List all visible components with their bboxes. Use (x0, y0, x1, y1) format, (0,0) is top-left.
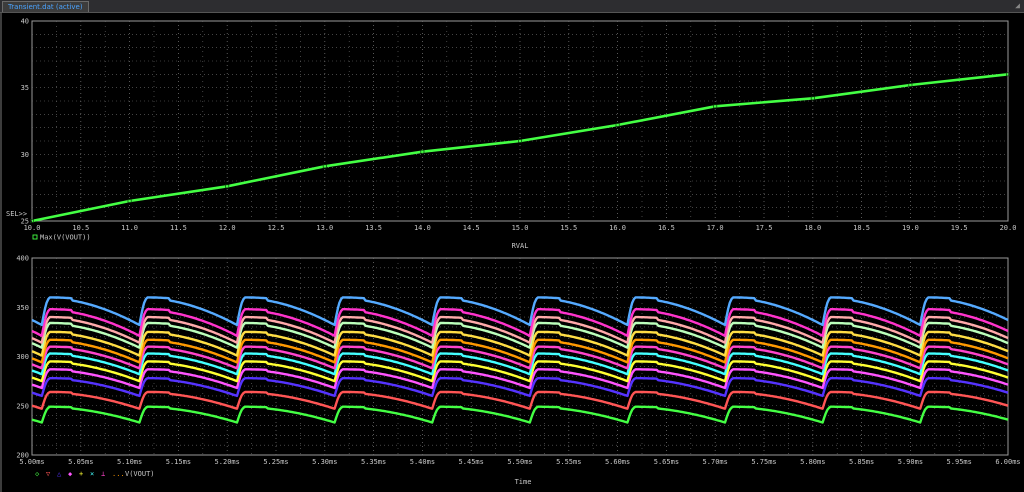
x-tick-label: 5.05ms (68, 458, 93, 466)
y-tick-label: 35 (21, 84, 29, 92)
rval-plot[interactable]: 10.0 10.5 11.0 11.5 12.0 12.5 13.0 13.5 14.0 14.5… (6, 18, 1016, 251)
x-tick-label: 19.5 (951, 224, 968, 232)
time-plot[interactable]: 5.00ms 5.05ms 5.10ms 5.15ms 5.20ms 5.25ms 5.30… (16, 255, 1020, 487)
x-tick-label: 5.60ms (605, 458, 630, 466)
x-tick-label: 13.0 (316, 224, 333, 232)
x-tick-label: 10.5 (72, 224, 89, 232)
legend-entry: Max(V(VOUT)) (40, 234, 91, 242)
x-tick-label: 5.85ms (849, 458, 874, 466)
probe-plot-window[interactable]: 10.0 10.5 11.0 11.5 12.0 12.5 13.0 13.5 14.0 14.5… (0, 0, 1024, 492)
x-tick-label: 5.25ms (263, 458, 288, 466)
y-tick-label: 300 (16, 353, 29, 361)
x-tick-label: 5.55ms (556, 458, 581, 466)
x-tick-label: 11.5 (170, 224, 187, 232)
x-tick-label: 5.70ms (703, 458, 728, 466)
x-tick-label: 16.0 (609, 224, 626, 232)
x-tick-label: 5.65ms (654, 458, 679, 466)
x-tick-label: 18.0 (804, 224, 821, 232)
legend-symbol: ◆ (68, 470, 73, 478)
x-tick-label: 18.5 (853, 224, 870, 232)
x-tick-label: 19.0 (902, 224, 919, 232)
x-tick-label: 12.0 (219, 224, 236, 232)
x-tick-label: 14.0 (414, 224, 431, 232)
x-axis-label: Time (515, 478, 532, 486)
x-tick-label: 17.0 (707, 224, 724, 232)
y-tick-label: 400 (16, 255, 29, 263)
x-tick-label: 12.5 (268, 224, 285, 232)
series-line-max-vout (31, 73, 1009, 223)
x-tick-label: 13.5 (365, 224, 382, 232)
x-tick-label: 5.10ms (117, 458, 142, 466)
legend-symbol: × (90, 470, 94, 478)
x-tick-label: 5.75ms (751, 458, 776, 466)
legend-symbol: △ (57, 470, 62, 478)
x-tick-label: 17.5 (756, 224, 773, 232)
x-tick-label: 5.30ms (312, 458, 337, 466)
x-tick-label: 5.50ms (507, 458, 532, 466)
x-tick-label: 5.20ms (215, 458, 240, 466)
x-tick-label: 20.0 (1000, 224, 1017, 232)
x-tick-label: 5.40ms (410, 458, 435, 466)
x-tick-label: 5.35ms (361, 458, 386, 466)
x-axis-label: RVAL (512, 242, 529, 250)
x-tick-label: 5.15ms (166, 458, 191, 466)
x-tick-label: 6.00ms (995, 458, 1020, 466)
legend-symbol: ... (112, 470, 125, 478)
waveform-trace (31, 377, 1009, 398)
y-tick-label: 350 (16, 304, 29, 312)
x-tick-label: 11.0 (121, 224, 138, 232)
y-tick-label: 250 (16, 402, 29, 410)
cursor-label: SEL>> (6, 210, 27, 218)
x-tick-label: 14.5 (463, 224, 480, 232)
y-tick-label: 40 (21, 18, 29, 26)
x-tick-label: 5.80ms (800, 458, 825, 466)
legend-symbol: ◇ (35, 470, 40, 478)
x-tick-label: 16.5 (658, 224, 675, 232)
legend-symbol: ▽ (46, 470, 51, 478)
legend-symbol: V(VOUT) (125, 470, 155, 478)
legend-marker-icon (32, 234, 38, 240)
x-tick-label: 15.5 (560, 224, 577, 232)
x-tick-label: 5.95ms (947, 458, 972, 466)
y-tick-label: 25 (21, 218, 29, 226)
legend-symbol: ⊥ (101, 470, 105, 478)
legend-symbol: + (79, 470, 83, 478)
x-tick-label: 15.0 (512, 224, 529, 232)
y-tick-label: 30 (21, 151, 29, 159)
y-tick-label: 200 (16, 452, 29, 460)
x-tick-label: 5.45ms (459, 458, 484, 466)
x-tick-label: 5.90ms (898, 458, 923, 466)
